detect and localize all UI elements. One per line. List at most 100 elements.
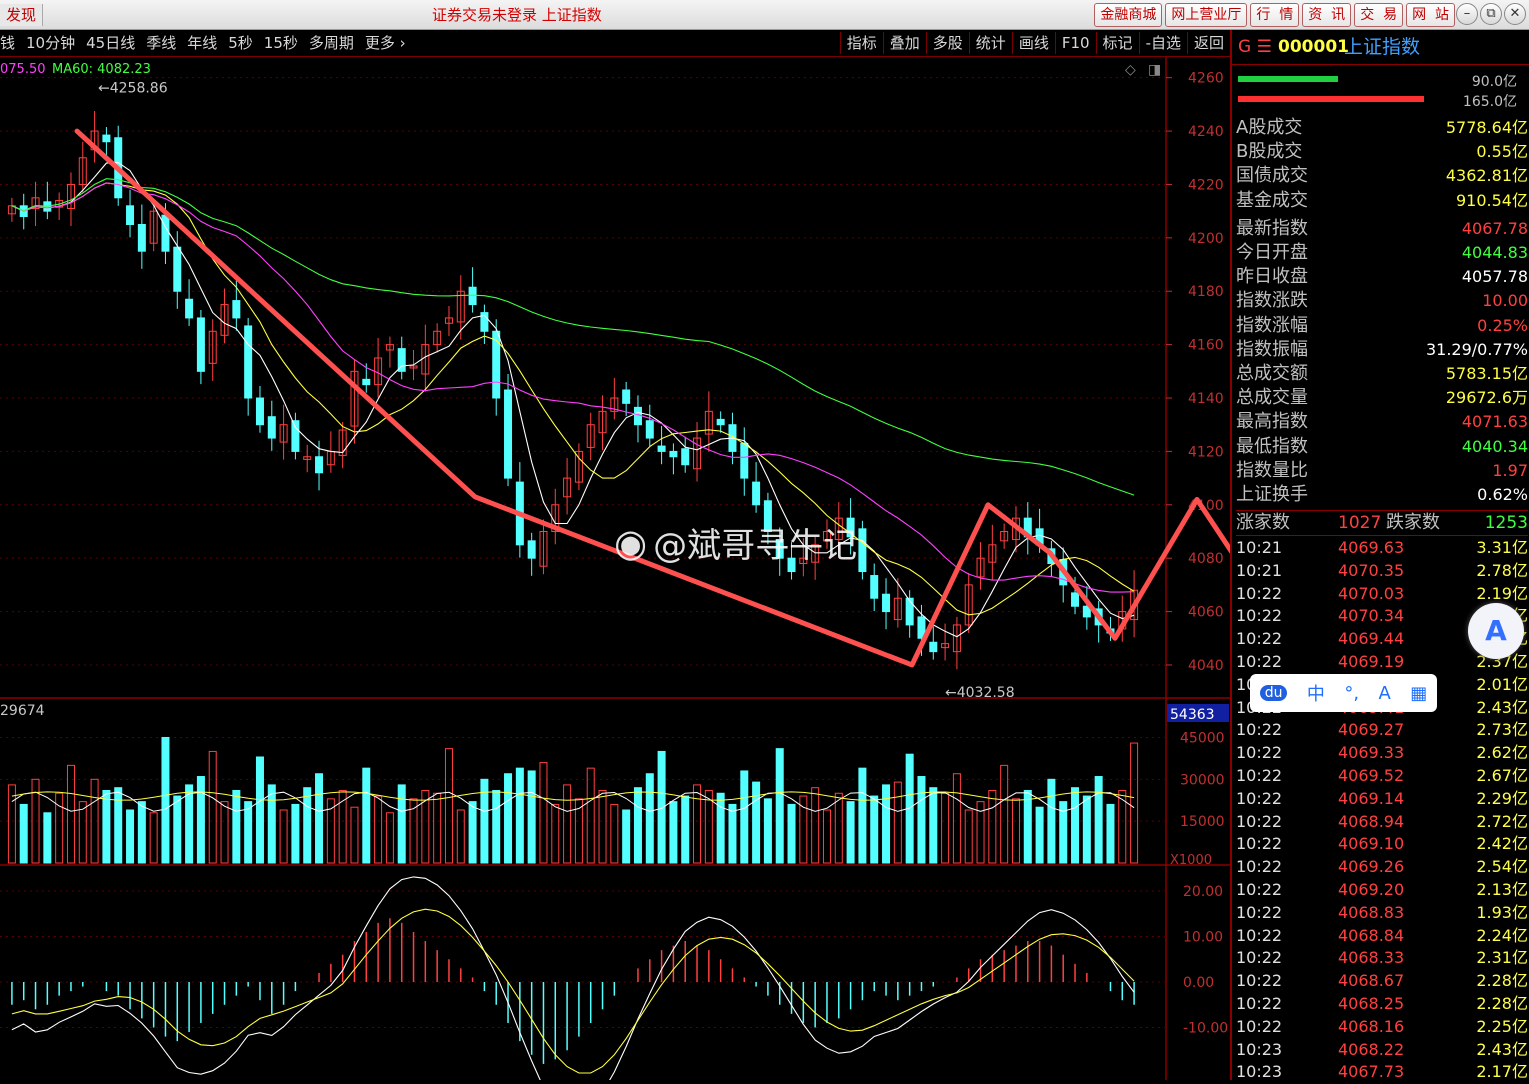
chart-tool-buttons: 指标 叠加 多股 统计 画线 F10 标记 -自选 返回: [839, 32, 1230, 54]
title-button-group: 金融商城 网上营业厅 行 情 资 讯 交 易 网 站: [1094, 3, 1455, 27]
restore-icon[interactable]: ⧉: [1480, 3, 1502, 25]
period-tab-year[interactable]: 年线: [187, 32, 217, 54]
candle-body: [291, 420, 300, 452]
f10-button[interactable]: F10: [1054, 32, 1096, 54]
volume-bar: [456, 809, 465, 864]
volume-bar: [1094, 776, 1103, 864]
volume-bar: [610, 803, 619, 864]
quote-row: 今日开盘 4044.83: [1236, 241, 1528, 265]
baidu-ime-toolbar[interactable]: du 中 °, A ▦: [1250, 674, 1437, 712]
draw-line-button[interactable]: 画线: [1011, 32, 1055, 54]
kline-chart[interactable]: 4260424042204200418041604140412041004080…: [0, 57, 1230, 1080]
volume-bar: [208, 750, 217, 864]
period-tab-10min[interactable]: 10分钟: [26, 32, 75, 54]
period-tabs: 钱 10分钟 45日线 季线 年线 5秒 15秒 多周期 更多 ›: [0, 32, 417, 54]
mall-button[interactable]: 金融商城: [1094, 3, 1163, 27]
candle-body: [185, 298, 194, 319]
volume-bar: [149, 812, 158, 864]
volume-bar: [882, 784, 891, 864]
quote-prefix-icon[interactable]: G ☰: [1238, 30, 1272, 64]
assistant-floating-icon[interactable]: A: [1468, 603, 1524, 659]
back-button[interactable]: 返回: [1186, 32, 1230, 54]
volume-bar: [763, 798, 772, 864]
tick-row: 10:23 4068.22 2.43亿: [1236, 1039, 1528, 1062]
ime-chinese-mode[interactable]: 中: [1307, 680, 1325, 706]
tick-time: 10:21: [1236, 560, 1283, 580]
mark-button[interactable]: 标记: [1095, 32, 1139, 54]
news-button[interactable]: 资 讯: [1302, 3, 1352, 27]
stats-button[interactable]: 统计: [968, 32, 1012, 54]
volume-bar: [858, 767, 867, 864]
overlay-button[interactable]: 叠加: [882, 32, 926, 54]
candle-body: [468, 286, 477, 306]
volume-bar: [929, 787, 938, 864]
quote-row-label: 基金成交: [1236, 189, 1308, 211]
tick-volume: 2.24亿: [1476, 925, 1528, 945]
quotes-button[interactable]: 行 情: [1250, 3, 1300, 27]
volume-bar: [622, 809, 631, 864]
period-tab-5sec[interactable]: 5秒: [228, 32, 253, 54]
quote-row: 最高指数 4071.63: [1236, 410, 1528, 434]
baidu-logo-icon[interactable]: du: [1259, 685, 1288, 701]
period-tab-45day[interactable]: 45日线: [86, 32, 135, 54]
candle-body: [858, 528, 867, 573]
quote-row-label: 上证换手: [1236, 484, 1308, 505]
up-count-value: 1027: [1338, 513, 1382, 533]
quote-row-value: 4044.83: [1461, 243, 1528, 262]
volume-bar: [704, 789, 713, 864]
quote-row-label: 昨日收盘: [1236, 266, 1308, 288]
volume-bar: [433, 792, 442, 864]
volume-bar: [19, 803, 28, 864]
period-tab-money[interactable]: 钱: [0, 32, 15, 54]
y-tick-label: 4080: [1188, 551, 1224, 567]
remove-watchlist-button[interactable]: -自选: [1138, 32, 1187, 54]
quote-row: 指数涨幅 0.25%: [1236, 314, 1528, 338]
period-tab-multi[interactable]: 多周期: [309, 32, 354, 54]
quote-row: 最低指数 4040.34: [1236, 435, 1528, 459]
tick-volume: 2.43亿: [1476, 697, 1528, 717]
tick-price: 4069.27: [1338, 720, 1405, 740]
candle-body: [244, 325, 253, 399]
ime-punctuation-icon[interactable]: °,: [1344, 683, 1359, 704]
volume-bar: [220, 801, 229, 864]
quote-row: 上证换手 0.62%: [1236, 483, 1528, 507]
watermark-text: @斌哥寻牛记: [653, 526, 858, 566]
period-tab-more[interactable]: 更多 ›: [365, 32, 406, 54]
ime-ai-icon[interactable]: A: [1378, 683, 1390, 704]
multi-stock-button[interactable]: 多股: [925, 32, 969, 54]
period-tab-15sec[interactable]: 15秒: [264, 32, 298, 54]
ime-grid-icon[interactable]: ▦: [1410, 683, 1427, 704]
down-count-label: 跌家数: [1386, 512, 1440, 533]
indicator-button[interactable]: 指标: [839, 32, 883, 54]
kline-chart-area[interactable]: 4260 4240 4220 4200 4180 4160 4140 4120 4100 4080…: [0, 57, 1230, 1080]
tick-time: 10:22: [1236, 811, 1283, 831]
volume-bar: [374, 795, 383, 864]
volume-bar: [846, 801, 855, 864]
trade-button[interactable]: 交 易: [1354, 3, 1404, 27]
tick-time: 10:22: [1236, 925, 1283, 945]
volume-bar: [161, 736, 170, 864]
close-icon[interactable]: ✕: [1504, 3, 1526, 25]
volume-bar: [244, 801, 253, 864]
website-button[interactable]: 网 站: [1406, 3, 1455, 27]
volume-current-label: 54363: [1170, 707, 1215, 723]
tick-time: 10:22: [1236, 606, 1283, 626]
quote-row: A股成交 5778.64亿: [1236, 116, 1528, 140]
online-hall-button[interactable]: 网上营业厅: [1165, 3, 1248, 27]
volume-bar: [114, 787, 123, 864]
app-menu-find[interactable]: 发现: [0, 4, 44, 26]
volume-bar: [185, 784, 194, 864]
volume-bar: [468, 801, 477, 864]
sell-amount: 165.0亿: [1462, 94, 1517, 110]
volume-bar: [492, 789, 501, 864]
tick-time: 10:22: [1236, 583, 1283, 603]
quote-row-value: 5783.15亿: [1445, 364, 1528, 383]
tick-time: 10:22: [1236, 766, 1283, 785]
volume-bar: [137, 801, 146, 864]
volume-bar: [102, 789, 111, 864]
quote-panel: G ☰ 000001 上证指数 90.0亿 165.0亿 A股成交 5778.64…: [1230, 30, 1529, 1081]
minimize-icon[interactable]: –: [1456, 3, 1478, 25]
period-tab-quarter[interactable]: 季线: [146, 32, 176, 54]
volume-bar: [1047, 778, 1056, 864]
volume-bar: [1000, 764, 1009, 864]
